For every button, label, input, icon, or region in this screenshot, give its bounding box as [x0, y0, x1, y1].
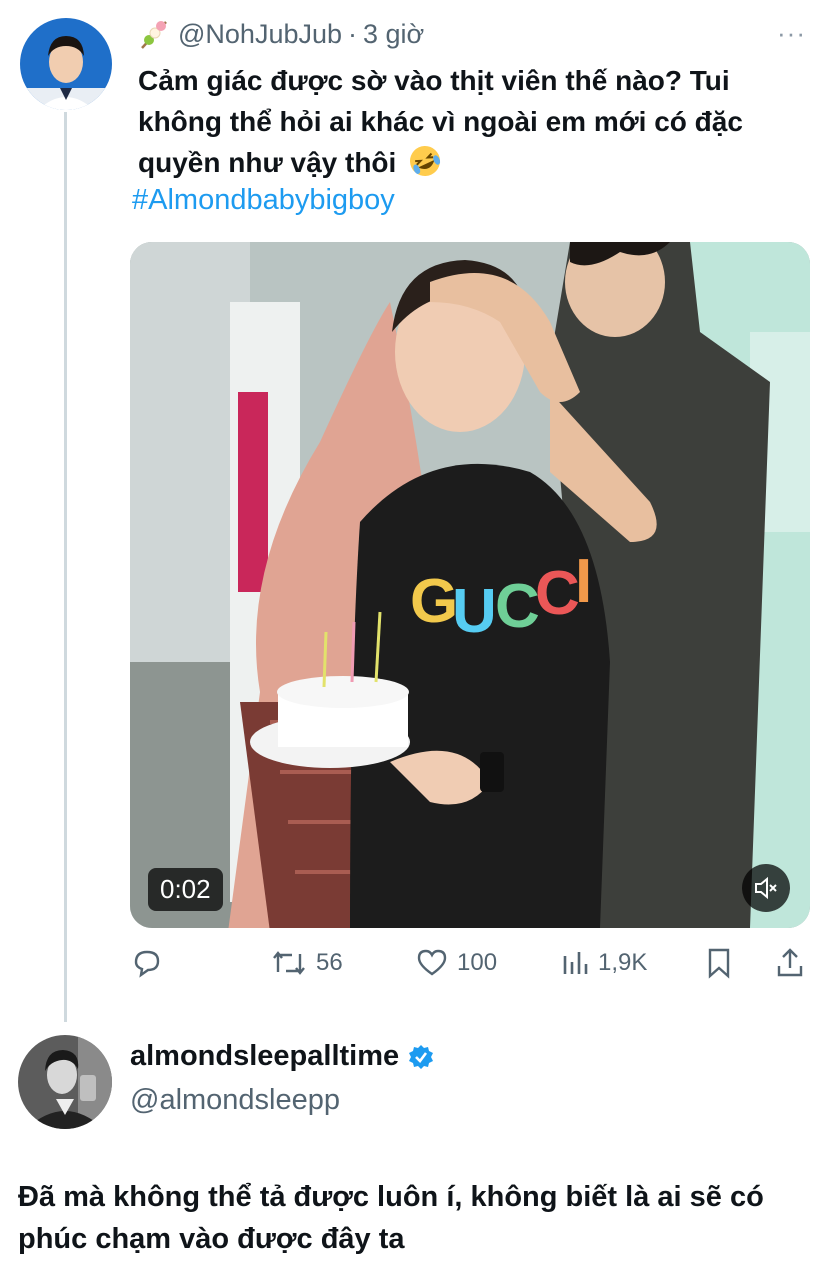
more-options-button[interactable]: ··· — [777, 18, 806, 49]
verified-badge-icon — [409, 1044, 434, 1069]
video-player[interactable]: G U C C I 0:02 — [130, 242, 810, 928]
reply-author-avatar[interactable] — [18, 1035, 112, 1129]
retweet-button[interactable]: 56 — [270, 946, 343, 980]
meta-separator: · — [348, 18, 358, 49]
video-duration: 0:02 — [148, 868, 223, 911]
speaker-muted-icon — [755, 876, 777, 900]
svg-text:C: C — [495, 572, 540, 641]
like-count: 100 — [457, 949, 498, 976]
share-button[interactable] — [774, 946, 806, 980]
reply-display-name[interactable]: almondsleepalltime — [130, 1040, 399, 1073]
views-count: 1,9K — [598, 949, 648, 976]
ellipsis-icon: ··· — [777, 18, 806, 48]
views-button[interactable]: 1,9K — [560, 946, 647, 980]
share-upload-icon — [777, 948, 803, 977]
rolling-on-floor-laughing-emoji-icon — [410, 146, 441, 176]
like-button[interactable]: 100 — [415, 946, 497, 980]
thread-connector-line — [64, 112, 67, 1022]
tweet-text: Cảm giác được sờ vào thịt viên thế nào? … — [138, 60, 810, 183]
mute-toggle-button[interactable] — [742, 864, 790, 912]
svg-text:C: C — [535, 559, 580, 628]
reply-bubble-icon — [134, 950, 160, 978]
views-chart-icon — [563, 952, 588, 974]
svg-text:I: I — [575, 547, 592, 616]
tweet-time[interactable]: 3 giờ — [363, 19, 424, 50]
tweet-handle[interactable]: @NohJubJub — [178, 19, 342, 50]
heart-icon — [417, 949, 447, 976]
svg-text:U: U — [452, 577, 497, 646]
bookmark-icon — [708, 948, 730, 979]
dango-emoji-icon — [141, 21, 167, 49]
retweet-icon — [273, 951, 305, 975]
avatar[interactable] — [20, 18, 112, 110]
svg-text:G: G — [410, 567, 458, 636]
reply-button[interactable] — [130, 946, 172, 980]
reply-text: Đã mà không thể tả được luôn í, không bi… — [18, 1181, 764, 1255]
hashtag-link[interactable]: #Almondbabybigboy — [132, 184, 395, 217]
retweet-count: 56 — [316, 949, 343, 976]
bookmark-button[interactable] — [704, 946, 734, 980]
reply-handle[interactable]: @almondsleepp — [130, 1084, 340, 1117]
tweet-action-bar: 56 100 1,9K — [130, 946, 810, 986]
